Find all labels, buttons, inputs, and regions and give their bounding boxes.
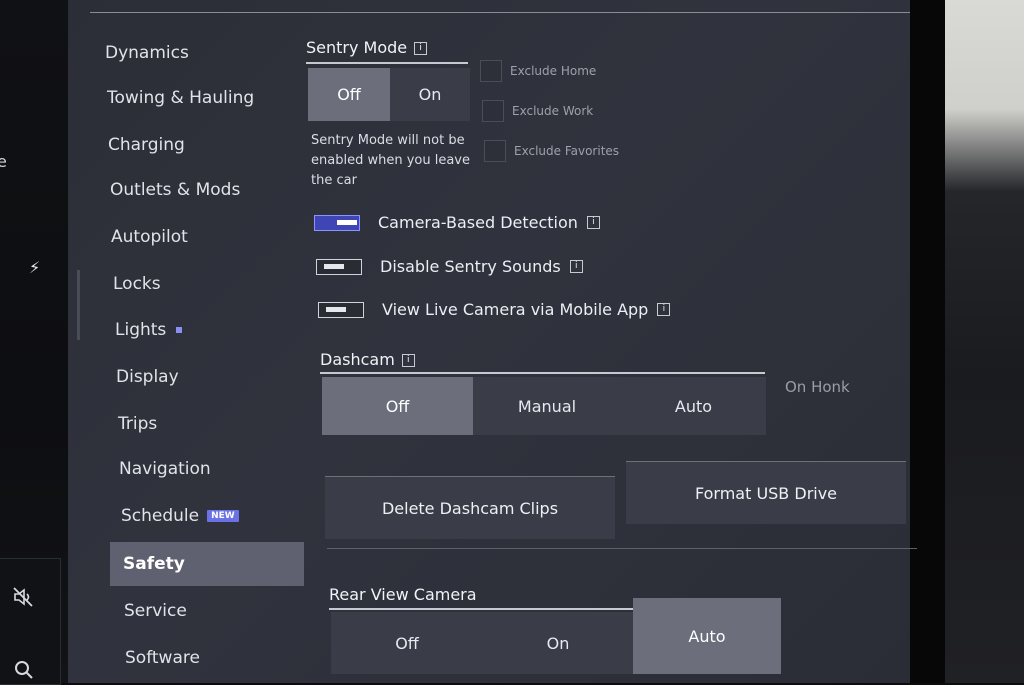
bolt-icon[interactable]: ⚡ xyxy=(29,258,40,277)
sidebar-item-lights[interactable]: Lights xyxy=(115,320,183,340)
info-icon[interactable]: i xyxy=(401,354,415,367)
dashcam-manual-option[interactable]: Manual xyxy=(473,377,621,435)
section-title: Rear View Camera xyxy=(329,585,477,604)
background-scene xyxy=(935,0,1024,683)
mute-icon[interactable] xyxy=(12,586,34,608)
info-icon[interactable]: i xyxy=(657,303,671,316)
toggle-label: Camera-Based Detection xyxy=(378,213,578,232)
sidebar-item-label: Software xyxy=(125,648,200,668)
section-divider xyxy=(327,548,917,549)
checkbox-box[interactable] xyxy=(482,100,504,122)
sidebar-item-locks[interactable]: Locks xyxy=(113,274,161,294)
lights-indicator-dot xyxy=(176,327,183,333)
disable-sentry-sounds-toggle[interactable] xyxy=(316,258,362,275)
checkbox-label: Exclude Work xyxy=(512,104,594,118)
dashcam-heading-rule xyxy=(320,372,765,374)
rear-camera-selector: Off On Auto xyxy=(331,598,781,674)
dashcam-auto-option[interactable]: Auto xyxy=(621,377,766,435)
checkbox-box[interactable] xyxy=(480,60,502,82)
info-icon[interactable]: i xyxy=(586,216,600,229)
sidebar-item-label: Locks xyxy=(113,274,161,294)
section-title: Dashcam xyxy=(320,350,395,369)
sidebar-item-label: Charging xyxy=(108,135,185,155)
sidebar-item-label: Lights xyxy=(115,320,167,340)
info-icon[interactable]: i xyxy=(414,42,428,55)
sidebar-item-autopilot[interactable]: Autopilot xyxy=(111,227,188,247)
sidebar-item-dynamics[interactable]: Dynamics xyxy=(105,43,189,63)
sidebar-item-charging[interactable]: Charging xyxy=(108,135,185,155)
sidebar-item-label: Safety xyxy=(123,554,185,574)
on-honk-label[interactable]: On Honk xyxy=(785,378,850,396)
dashcam-selector: Off Manual Auto xyxy=(322,377,766,435)
sidebar-item-label: Autopilot xyxy=(111,227,188,247)
sidebar-item-towing[interactable]: Towing & Hauling xyxy=(107,88,254,108)
sidebar-item-software[interactable]: Software xyxy=(125,648,200,668)
cut-off-label: e xyxy=(0,152,7,171)
exclude-work-checkbox[interactable]: Exclude Work xyxy=(482,100,593,122)
sidebar-item-label: Towing & Hauling xyxy=(107,88,255,108)
disable-sentry-sounds-row: Disable Sentry Sounds i xyxy=(316,257,583,276)
dashcam-heading: Dashcam i xyxy=(320,350,415,369)
info-icon[interactable]: i xyxy=(569,260,583,273)
checkbox-label: Exclude Favorites xyxy=(514,144,620,158)
rear-camera-on-option[interactable]: On xyxy=(483,612,633,674)
camera-detection-toggle[interactable] xyxy=(314,214,360,231)
top-divider xyxy=(90,12,910,13)
sidebar-item-trips[interactable]: Trips xyxy=(118,414,157,434)
rear-camera-heading: Rear View Camera xyxy=(329,585,477,604)
sidebar-item-outlets[interactable]: Outlets & Mods xyxy=(110,180,240,200)
sidebar-item-safety[interactable]: Safety xyxy=(110,542,304,586)
sidebar-item-schedule[interactable]: Schedule NEW xyxy=(121,506,239,526)
sentry-mode-heading: Sentry Mode i xyxy=(306,38,428,57)
sentry-description: Sentry Mode will not be enabled when you… xyxy=(311,133,470,188)
sentry-off-option[interactable]: Off xyxy=(308,68,390,121)
sidebar-item-navigation[interactable]: Navigation xyxy=(119,459,211,479)
sidebar-item-label: Service xyxy=(124,601,187,621)
toggle-label: View Live Camera via Mobile App xyxy=(382,300,649,319)
format-usb-drive-button[interactable]: Format USB Drive xyxy=(626,461,906,524)
sidebar-item-label: Outlets & Mods xyxy=(110,180,241,200)
screen-bezel xyxy=(905,0,945,683)
left-car-panel: e ⚡ xyxy=(0,0,78,685)
toggle-label: Disable Sentry Sounds xyxy=(380,257,561,276)
sentry-mode-selector: Off On xyxy=(308,68,470,121)
sidebar-item-label: Display xyxy=(116,367,179,387)
sentry-on-option[interactable]: On xyxy=(390,68,470,121)
section-title: Sentry Mode xyxy=(306,38,408,57)
sidebar-item-label: Trips xyxy=(118,414,158,434)
sidebar-item-label: Dynamics xyxy=(105,43,189,63)
sidebar-item-service[interactable]: Service xyxy=(124,601,187,621)
sidebar-item-label: Schedule xyxy=(121,506,200,526)
exclude-home-checkbox[interactable]: Exclude Home xyxy=(480,60,596,82)
sentry-heading-rule xyxy=(306,62,468,64)
sidebar-scrollbar[interactable] xyxy=(77,270,80,340)
checkbox-box[interactable] xyxy=(484,140,506,162)
checkbox-label: Exclude Home xyxy=(510,64,597,78)
sidebar-item-label: Navigation xyxy=(119,459,211,479)
delete-dashcam-clips-button[interactable]: Delete Dashcam Clips xyxy=(325,476,615,539)
camera-detection-row: Camera-Based Detection i xyxy=(314,213,600,232)
exclude-favorites-checkbox[interactable]: Exclude Favorites xyxy=(484,140,619,162)
live-camera-row: View Live Camera via Mobile App i xyxy=(318,300,671,319)
rear-camera-auto-option[interactable]: Auto xyxy=(633,598,781,674)
search-icon[interactable] xyxy=(14,660,34,680)
sidebar-item-display[interactable]: Display xyxy=(116,367,179,387)
live-camera-toggle[interactable] xyxy=(318,301,364,318)
dashcam-off-option[interactable]: Off xyxy=(322,377,473,435)
new-badge: NEW xyxy=(207,510,239,522)
rear-camera-off-option[interactable]: Off xyxy=(331,612,483,674)
